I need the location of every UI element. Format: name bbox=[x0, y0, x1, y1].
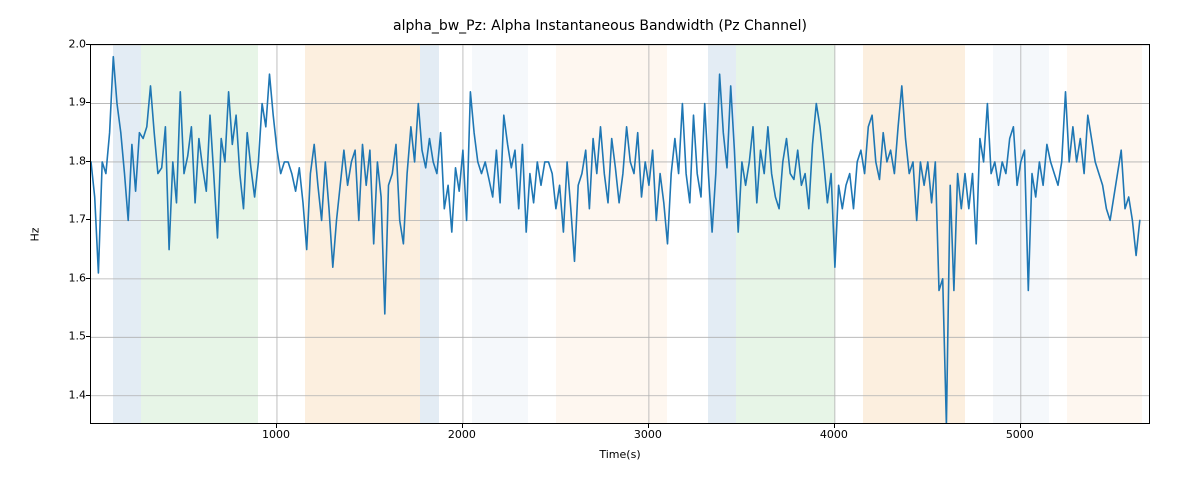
y-tick-label: 1.5 bbox=[46, 330, 86, 343]
y-tick-label: 1.4 bbox=[46, 388, 86, 401]
y-axis-label: Hz bbox=[28, 44, 42, 424]
x-tick-label: 1000 bbox=[262, 428, 290, 441]
y-tick-label: 2.0 bbox=[46, 38, 86, 51]
figure: alpha_bw_Pz: Alpha Instantaneous Bandwid… bbox=[0, 0, 1200, 500]
x-tick-label: 2000 bbox=[448, 428, 476, 441]
x-tick-label: 4000 bbox=[820, 428, 848, 441]
y-tick-label: 1.7 bbox=[46, 213, 86, 226]
y-tick-label: 1.8 bbox=[46, 154, 86, 167]
x-tick-label: 5000 bbox=[1006, 428, 1034, 441]
plot-area bbox=[90, 44, 1150, 424]
y-tick-label: 1.6 bbox=[46, 271, 86, 284]
y-tick-label: 1.9 bbox=[46, 96, 86, 109]
data-series bbox=[91, 45, 1150, 424]
x-axis-label: Time(s) bbox=[90, 448, 1150, 461]
x-tick-label: 3000 bbox=[634, 428, 662, 441]
chart-title: alpha_bw_Pz: Alpha Instantaneous Bandwid… bbox=[0, 18, 1200, 34]
